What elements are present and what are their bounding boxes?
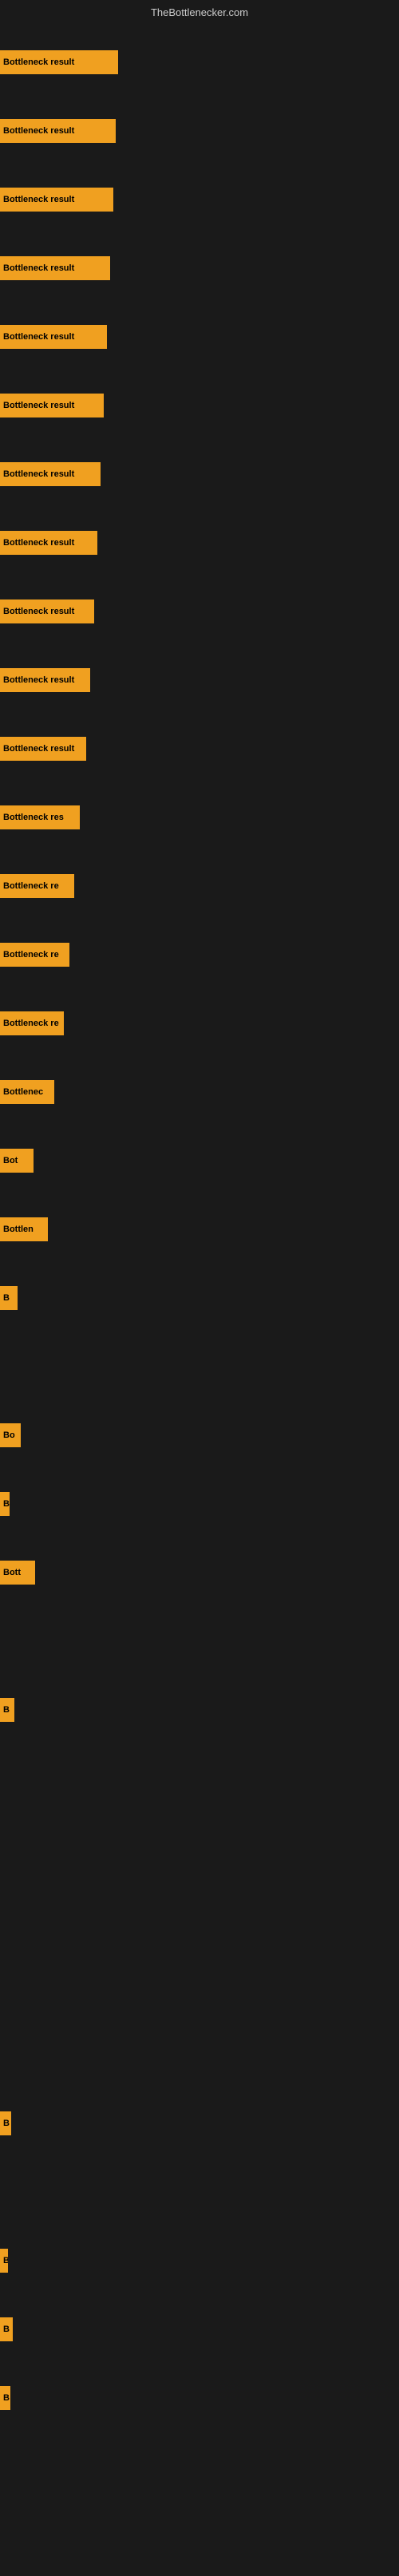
bottleneck-bar: B	[0, 2317, 13, 2341]
bottleneck-bar: Bottlenec	[0, 1080, 54, 1104]
bottleneck-bar: Bottleneck result	[0, 325, 107, 349]
bottleneck-bar: Bott	[0, 1561, 35, 1585]
bottleneck-bar: B	[0, 2386, 10, 2410]
bottleneck-bar: Bot	[0, 1149, 34, 1173]
bottleneck-bar: B	[0, 1492, 10, 1516]
site-header: TheBottlenecker.com	[0, 0, 399, 22]
bottleneck-bar: B	[0, 1698, 14, 1722]
bottleneck-bar: B	[0, 2249, 8, 2273]
site-title: TheBottlenecker.com	[151, 6, 248, 18]
bottleneck-bar: Bottleneck result	[0, 256, 110, 280]
bottleneck-bar: Bottleneck result	[0, 531, 97, 555]
bottleneck-bar: Bottleneck result	[0, 119, 116, 143]
bottleneck-bar: Bottleneck result	[0, 394, 104, 417]
bottleneck-bar: Bottleneck result	[0, 737, 86, 761]
bottleneck-bar: Bottleneck res	[0, 805, 80, 829]
bottleneck-bar: Bottleneck result	[0, 462, 101, 486]
bottleneck-bar: B	[0, 2111, 11, 2135]
bottleneck-bar: Bottleneck result	[0, 599, 94, 623]
bottleneck-bar: Bottleneck re	[0, 1011, 64, 1035]
bottleneck-bar: Bottleneck re	[0, 943, 69, 967]
bottleneck-bar: Bottleneck re	[0, 874, 74, 898]
bottleneck-bar: Bottleneck result	[0, 50, 118, 74]
bottleneck-bar: Bo	[0, 1423, 21, 1447]
bottleneck-bar: Bottleneck result	[0, 668, 90, 692]
bottleneck-bar: Bottlen	[0, 1217, 48, 1241]
chart-area: Bottleneck result Bottleneck result Bottle…	[0, 22, 399, 2576]
bottleneck-bar: B	[0, 1286, 18, 1310]
bottleneck-bar: Bottleneck result	[0, 188, 113, 212]
